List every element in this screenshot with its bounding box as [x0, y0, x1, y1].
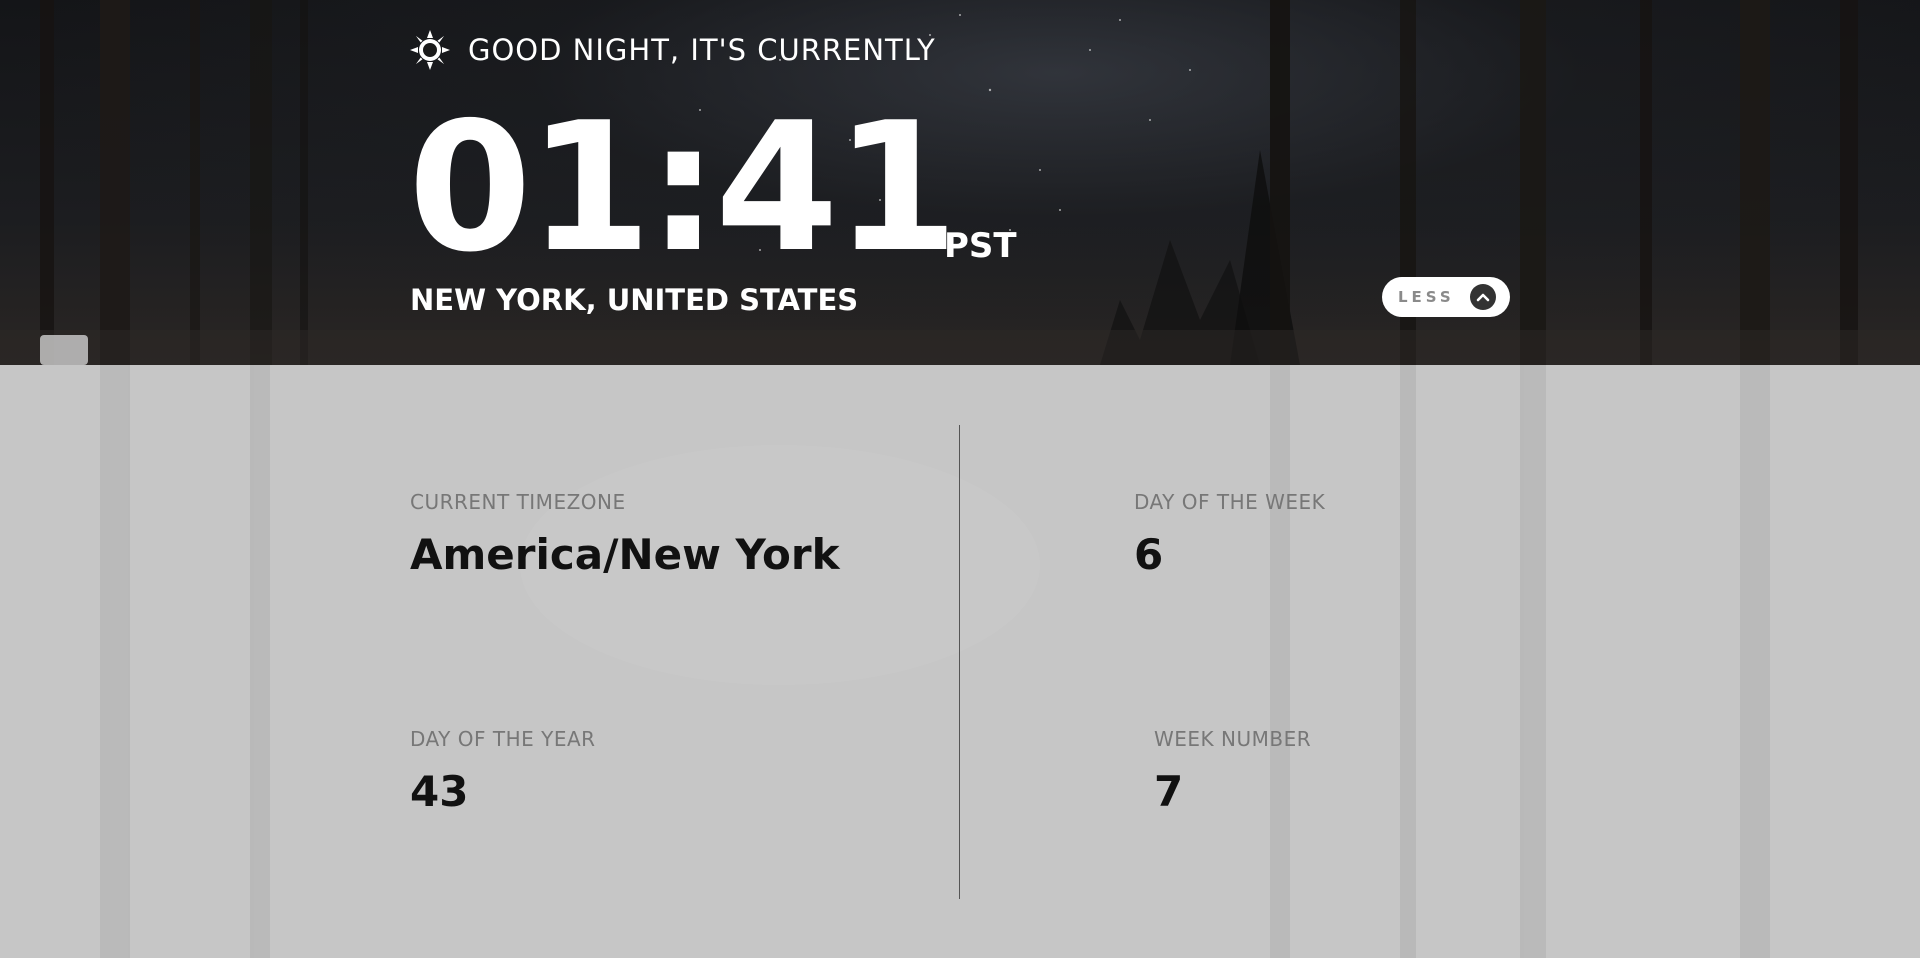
day-of-week-label: DAY OF THE WEEK [1134, 490, 1326, 514]
sun-icon [410, 30, 450, 70]
greeting-text: GOOD NIGHT, IT'S CURRENTLY [468, 33, 936, 67]
column-divider [959, 425, 960, 899]
chevron-up-icon [1470, 284, 1496, 310]
less-button-label: LESS [1398, 288, 1455, 306]
greeting: GOOD NIGHT, IT'S CURRENTLY [410, 28, 936, 72]
current-time: 01:41 [408, 84, 959, 291]
day-of-year-value: 43 [410, 767, 469, 816]
location-text: NEW YORK, UNITED STATES [410, 283, 859, 317]
details-panel [0, 365, 1920, 958]
day-of-week-value: 6 [1134, 530, 1164, 579]
day-of-year-label: DAY OF THE YEAR [410, 727, 596, 751]
panel-background-texture [100, 365, 1770, 958]
week-number-label: WEEK NUMBER [1154, 727, 1312, 751]
clock-app: GOOD NIGHT, IT'S CURRENTLY 01:41 PST NEW… [0, 0, 1920, 958]
week-number-value: 7 [1154, 767, 1184, 816]
timezone-value: America/New York [410, 530, 840, 579]
hero-background: GOOD NIGHT, IT'S CURRENTLY 01:41 PST NEW… [0, 0, 1920, 365]
timezone-abbreviation: PST [944, 226, 1017, 266]
night-forest-image [0, 0, 1920, 365]
less-button[interactable]: LESS [1382, 277, 1510, 317]
timezone-label: CURRENT TIMEZONE [410, 490, 626, 514]
